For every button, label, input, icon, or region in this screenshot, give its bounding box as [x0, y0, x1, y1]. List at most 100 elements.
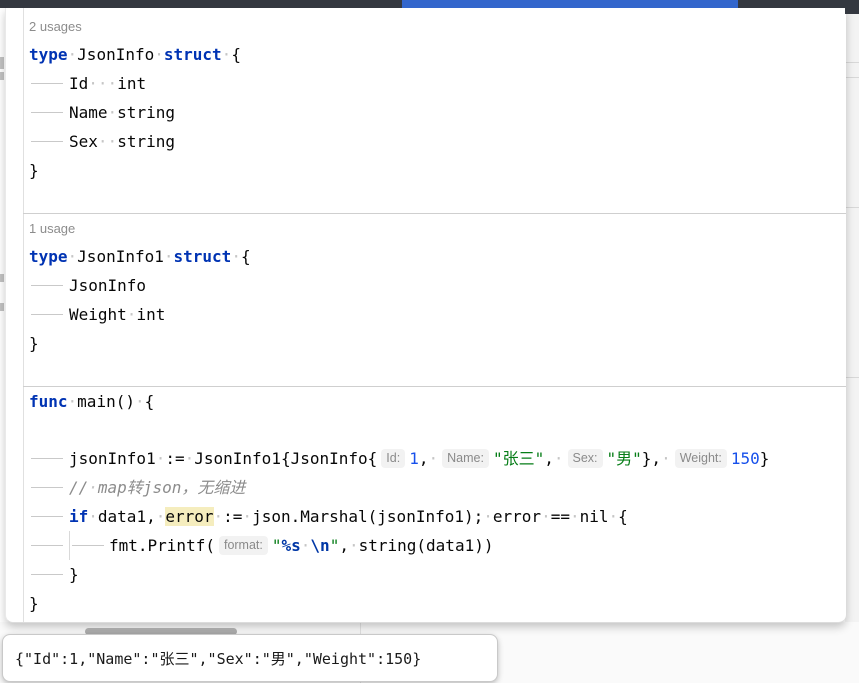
code-line[interactable]: Weight·int — [29, 300, 846, 329]
code-token: · — [301, 536, 311, 555]
left-strip-mark — [0, 303, 4, 311]
code-token: Sex··string — [69, 132, 175, 151]
code-token: " — [329, 536, 340, 555]
inlay-hint[interactable]: Weight: — [674, 449, 727, 468]
whitespace-dot: · — [300, 536, 311, 555]
code-editor-panel[interactable]: 2 usages type·JsonInfo·struct·{Id···int Na… — [5, 8, 846, 623]
code-token: struct — [173, 247, 232, 266]
code-token: jsonInfo1·:=·JsonInfo1{JsonInfo{ — [69, 449, 378, 468]
code-token: } — [29, 334, 39, 353]
whitespace-dot: · — [163, 247, 174, 266]
code-token: struct — [163, 45, 222, 64]
code-line[interactable]: fmt.Printf(format: "%s·\n",·string(data1)… — [29, 531, 846, 560]
code-line[interactable]: jsonInfo1·:=·JsonInfo1{JsonInfo{Id: 1,· Na… — [29, 444, 846, 473]
code-token: if — [69, 507, 89, 526]
whitespace-dot: · — [88, 478, 98, 497]
whitespace-dot: · — [553, 449, 564, 468]
code-line[interactable]: func·main()·{ — [29, 387, 846, 416]
code-token: } — [29, 161, 39, 180]
tab-whitespace — [29, 473, 69, 502]
code-token: \n — [310, 536, 330, 555]
whitespace-dot: · — [483, 507, 493, 526]
whitespace-dot: · — [348, 536, 359, 555]
left-strip-mark — [0, 274, 4, 282]
code-line[interactable]: type·JsonInfo1·struct·{ — [29, 242, 846, 271]
code-token: } — [759, 449, 770, 468]
usages-label[interactable]: 1 usage — [29, 214, 846, 242]
code-token: ·{ — [221, 45, 241, 64]
code-line[interactable]: Sex··string — [29, 127, 846, 156]
tab-whitespace — [29, 271, 69, 300]
whitespace-dot: · — [88, 74, 98, 93]
output-tooltip: {"Id":1,"Name":"张三","Sex":"男","Weight":1… — [2, 634, 498, 682]
whitespace-dot: · — [569, 507, 580, 526]
code-token: type — [29, 45, 68, 64]
code-line[interactable]: } — [29, 329, 846, 358]
code-token: " — [271, 536, 282, 555]
code-line[interactable]: } — [29, 589, 846, 618]
inlay-hint[interactable]: Id: — [381, 449, 406, 468]
tab-whitespace — [29, 531, 69, 560]
code-token: 150 — [730, 449, 760, 468]
code-token: ·data1,· — [88, 507, 166, 526]
code-token[interactable]: error — [165, 507, 214, 526]
inlay-hint[interactable]: format: — [218, 536, 268, 555]
code-token: ,· — [544, 449, 564, 468]
code-line[interactable]: type·JsonInfo·struct·{ — [29, 40, 846, 69]
code-token: Id···int — [69, 74, 147, 93]
whitespace-dot: · — [155, 449, 166, 468]
code-token: ·JsonInfo1· — [67, 247, 174, 266]
whitespace-dot: · — [154, 45, 164, 64]
inlay-hint[interactable]: Sex: — [567, 449, 603, 468]
code-token: },· — [641, 449, 671, 468]
code-token: //·map转json，无缩进 — [69, 478, 246, 497]
code-token: } — [29, 594, 39, 613]
inlay-hint[interactable]: Name: — [442, 449, 489, 468]
left-strip-mark — [0, 72, 4, 80]
code-token: ·JsonInfo· — [67, 45, 164, 64]
whitespace-dot: · — [221, 45, 232, 64]
whitespace-dot: · — [97, 74, 108, 93]
code-token: ·{ — [231, 247, 251, 266]
code-token: ·:=·json.Marshal(jsonInfo1);·error·==·ni… — [213, 507, 628, 526]
code-token: ,· — [418, 449, 439, 468]
code-line[interactable]: } — [29, 156, 846, 185]
tab-whitespace — [29, 560, 69, 589]
code-token: ·main()·{ — [67, 392, 155, 411]
whitespace-dot: · — [107, 74, 118, 93]
code-token: func — [29, 392, 68, 411]
whitespace-dot: · — [661, 449, 671, 468]
code-line[interactable]: JsonInfo — [29, 271, 846, 300]
left-strip-mark — [0, 57, 4, 69]
code-token: %s — [281, 536, 301, 555]
code-token: ,·string(data1)) — [339, 536, 494, 555]
whitespace-dot: · — [107, 103, 118, 122]
tab-whitespace — [29, 127, 69, 156]
code-line[interactable]: } — [29, 560, 846, 589]
code-line[interactable]: if·data1,·error·:=·json.Marshal(jsonInfo… — [29, 502, 846, 531]
output-json-text: {"Id":1,"Name":"张三","Sex":"男","Weight":1… — [15, 649, 422, 668]
code-token: 1 — [409, 449, 419, 468]
code-line[interactable]: Id···int — [29, 69, 846, 98]
window-topbar-corner — [845, 0, 859, 14]
code-line[interactable]: //·map转json，无缩进 — [29, 473, 846, 502]
tab-whitespace — [29, 69, 69, 98]
code-token: } — [69, 565, 79, 584]
tab-whitespace — [69, 531, 109, 560]
whitespace-dot: · — [541, 507, 551, 526]
whitespace-dot: · — [231, 247, 241, 266]
whitespace-dot: · — [107, 132, 118, 151]
whitespace-dot: · — [155, 507, 166, 526]
code-token: fmt.Printf( — [109, 536, 215, 555]
usages-label[interactable]: 2 usages — [29, 12, 846, 40]
page-right-strip — [845, 8, 859, 622]
tab-whitespace — [29, 98, 69, 127]
code-rows: 2 usages type·JsonInfo·struct·{Id···int Na… — [23, 12, 846, 618]
code-token: type — [29, 247, 68, 266]
code-line[interactable]: Name·string — [29, 98, 846, 127]
gutter-separator — [23, 8, 24, 622]
whitespace-dot: · — [67, 392, 78, 411]
window-topbar-active-segment[interactable] — [402, 0, 738, 8]
